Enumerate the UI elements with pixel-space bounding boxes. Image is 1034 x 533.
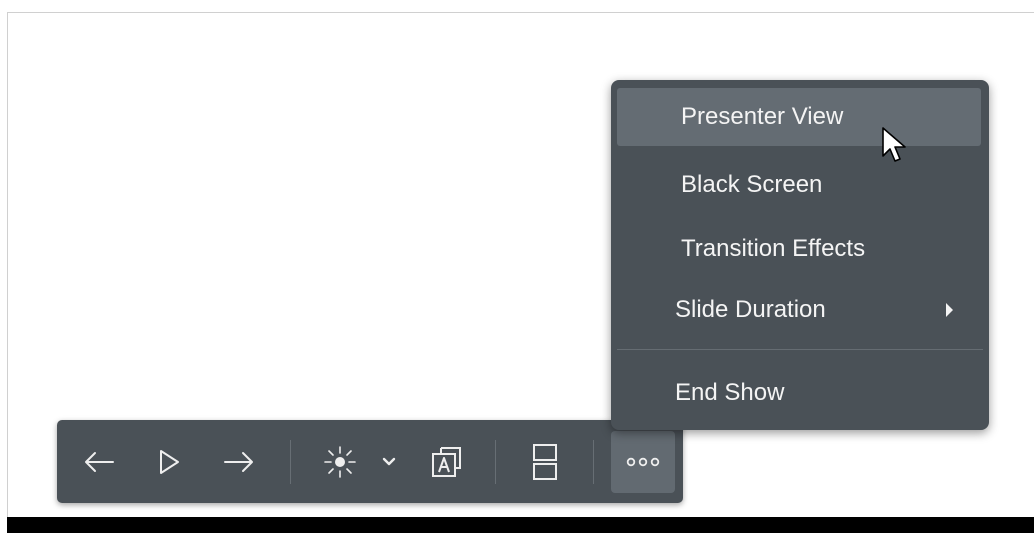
menu-item-label: Black Screen: [681, 171, 823, 198]
menu-item-label: End Show: [675, 379, 785, 406]
menu-item-presenter-view[interactable]: Presenter View: [617, 88, 981, 146]
more-options-menu: Presenter View Black Screen Transition E…: [611, 80, 989, 430]
next-slide-button[interactable]: [210, 431, 268, 493]
menu-item-label: Transition Effects: [681, 235, 866, 262]
layout-button[interactable]: [518, 431, 572, 493]
subtitles-icon: [432, 447, 461, 477]
previous-slide-button[interactable]: [70, 431, 128, 493]
menu-item-transition-effects[interactable]: Transition Effects: [617, 220, 981, 278]
presentation-stage: Presenter View Black Screen Transition E…: [0, 0, 1034, 533]
menu-item-end-show[interactable]: End Show: [617, 364, 981, 422]
menu-item-label: Presenter View: [681, 103, 844, 130]
pointer-options-dropdown[interactable]: [376, 431, 402, 493]
toolbar-separator: [290, 440, 291, 484]
menu-item-black-screen[interactable]: Black Screen: [617, 156, 981, 214]
arrow-left-icon: [85, 452, 114, 472]
chevron-down-icon: [382, 457, 396, 466]
laser-pointer-button[interactable]: [314, 431, 366, 493]
more-options-button[interactable]: [611, 431, 675, 493]
more-options-icon: [626, 457, 660, 467]
play-icon: [160, 450, 179, 474]
play-button[interactable]: [140, 431, 198, 493]
submenu-arrow-icon: [946, 303, 953, 317]
layout-icon: [533, 444, 557, 480]
laser-pointer-icon: [324, 446, 356, 478]
toolbar-separator: [593, 440, 594, 484]
menu-item-label: Slide Duration: [675, 296, 826, 323]
toolbar-separator: [495, 440, 496, 484]
mouse-cursor-icon: [882, 127, 906, 162]
arrow-right-icon: [224, 452, 253, 472]
menu-item-slide-duration[interactable]: Slide Duration: [617, 281, 981, 339]
menu-separator: [617, 349, 983, 350]
subtitles-button[interactable]: [418, 431, 474, 493]
bottom-black-bar: [7, 517, 1034, 533]
